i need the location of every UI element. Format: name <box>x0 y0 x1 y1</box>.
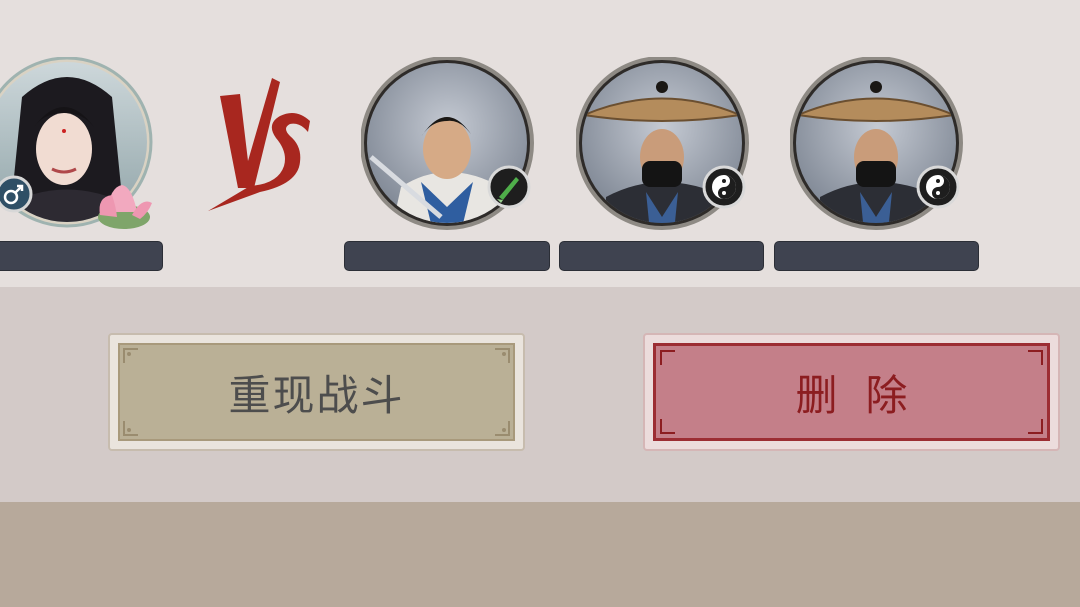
heroine-portrait-art <box>0 57 153 229</box>
yin-yang-icon <box>702 165 746 209</box>
masked-warrior-portrait-art <box>790 57 963 230</box>
corner-ornament-icon <box>495 348 510 363</box>
versus-emblem <box>208 78 310 211</box>
delete-button[interactable]: 删除 <box>643 333 1060 451</box>
enemy-portrait-3[interactable] <box>790 57 963 230</box>
corner-ornament-icon <box>660 350 675 365</box>
bottom-panel <box>0 502 1080 607</box>
player-portrait[interactable] <box>0 57 153 229</box>
swordsman-portrait-art <box>361 57 534 230</box>
enemy-portrait-1[interactable] <box>361 57 534 230</box>
replay-button-label: 重现战斗 <box>228 370 405 420</box>
masked-warrior-portrait-art <box>576 57 749 230</box>
corner-ornament-icon <box>123 348 138 363</box>
corner-ornament-icon <box>1028 419 1043 434</box>
enemy-name-bar-3 <box>774 241 979 271</box>
corner-ornament-icon <box>123 421 138 436</box>
enemy-name-bar-1 <box>344 241 550 271</box>
jade-blade-icon <box>487 165 531 209</box>
male-symbol-icon <box>0 175 33 213</box>
corner-ornament-icon <box>495 421 510 436</box>
delete-button-label: 删除 <box>795 370 936 420</box>
enemy-portrait-2[interactable] <box>576 57 749 230</box>
corner-ornament-icon <box>660 419 675 434</box>
replay-battle-button[interactable]: 重现战斗 <box>108 333 525 451</box>
player-name-bar <box>0 241 163 271</box>
corner-ornament-icon <box>1028 350 1043 365</box>
yin-yang-icon <box>916 165 960 209</box>
enemy-name-bar-2 <box>559 241 764 271</box>
